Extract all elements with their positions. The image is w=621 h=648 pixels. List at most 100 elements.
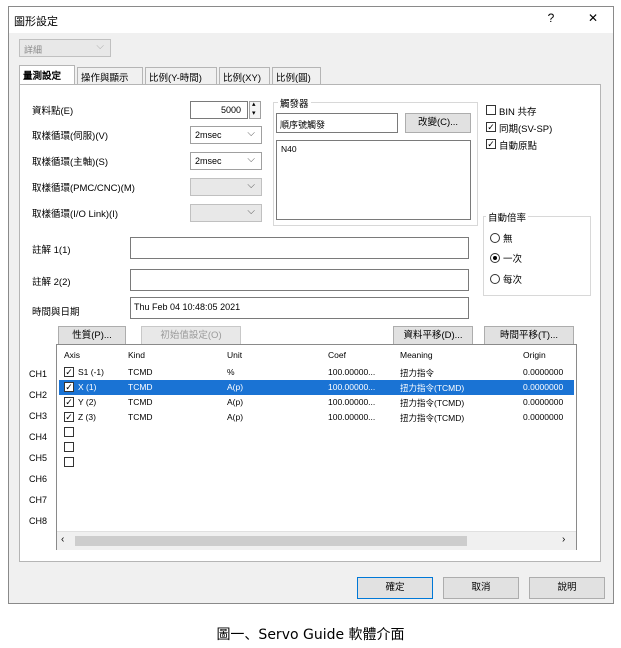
cell-origin: 0.0000000 — [523, 412, 564, 422]
sampling-servo-label: 取樣循環(伺服)(V) — [32, 131, 108, 142]
chevron-down-icon: ⌵ — [247, 128, 255, 139]
tab-scale-xy[interactable]: 比例(XY) — [219, 67, 270, 84]
column-header-unit: Unit — [227, 350, 243, 360]
trigger-mode-field: 順序號觸發 — [276, 113, 398, 133]
cell-meaning: 扭力指令(TCMD) — [400, 413, 465, 423]
column-header-origin: Origin — [523, 350, 546, 360]
table-row[interactable]: ✓ Z (3) TCMD A(p) 100.00000... 扭力指令(TCMD… — [59, 410, 574, 425]
auto-scale-none-label: 無 — [503, 234, 513, 245]
cell-kind: TCMD — [128, 382, 153, 392]
figure-caption: 圖一、Servo Guide 軟體介面 — [216, 627, 405, 643]
view-mode-select[interactable]: 詳細 ⌵ — [19, 39, 111, 57]
data-points-input[interactable]: 5000 — [190, 101, 248, 119]
cell-unit: A(p) — [227, 397, 244, 407]
sampling-spindle-select[interactable]: 2msec ⌵ — [190, 152, 262, 170]
cancel-button[interactable]: 取消 — [443, 577, 519, 599]
scrollbar-thumb[interactable] — [75, 536, 467, 546]
cell-coef: 100.00000... — [328, 412, 376, 422]
comment1-label: 註解 1(1) — [32, 245, 71, 256]
row-checkbox[interactable]: ✓ — [64, 367, 74, 377]
row-checkbox[interactable] — [64, 427, 74, 437]
cell-kind: TCMD — [128, 397, 153, 407]
sync-checkbox[interactable]: ✓ — [486, 122, 496, 132]
cell-unit: % — [227, 367, 235, 377]
bin-share-label: BIN 共存 — [499, 107, 537, 118]
properties-button[interactable]: 性質(P)... — [58, 326, 126, 346]
channel-label: CH8 — [29, 516, 48, 526]
scroll-left-icon[interactable]: ‹ — [61, 534, 64, 545]
tab-scale-circle[interactable]: 比例(圓) — [272, 67, 321, 84]
ok-button[interactable]: 確定 — [357, 577, 433, 599]
tab-scale-y-time[interactable]: 比例(Y-時間) — [145, 67, 217, 84]
cell-unit: A(p) — [227, 382, 244, 392]
trigger-program-box[interactable]: N40 — [276, 140, 471, 220]
auto-scale-none-radio[interactable] — [490, 233, 500, 243]
sampling-spindle-value: 2msec — [195, 156, 222, 166]
sync-label: 同期(SV-SP) — [499, 124, 553, 135]
cell-coef: 100.00000... — [328, 367, 376, 377]
data-shift-button[interactable]: 資料平移(D)... — [393, 326, 473, 346]
cell-origin: 0.0000000 — [523, 367, 564, 377]
tab-measurement[interactable]: 量測設定 — [19, 65, 75, 84]
comment2-input[interactable] — [130, 269, 469, 291]
horizontal-scrollbar[interactable]: ‹ › — [57, 531, 576, 550]
channel-label: CH6 — [29, 474, 48, 484]
help-dialog-button[interactable]: 說明 — [529, 577, 605, 599]
channel-label: CH5 — [29, 453, 48, 463]
cell-axis: Z (3) — [78, 412, 96, 422]
comment2-label: 註解 2(2) — [32, 277, 71, 288]
table-row[interactable] — [59, 455, 574, 470]
cell-axis: X (1) — [78, 382, 97, 392]
scroll-right-icon[interactable]: › — [562, 534, 565, 545]
table-row[interactable]: ✓ Y (2) TCMD A(p) 100.00000... 扭力指令(TCMD… — [59, 395, 574, 410]
column-header-meaning: Meaning — [400, 350, 433, 360]
row-checkbox[interactable]: ✓ — [64, 412, 74, 422]
cell-meaning: 扭力指令 — [400, 368, 435, 378]
row-checkbox[interactable]: ✓ — [64, 397, 74, 407]
bin-share-checkbox[interactable] — [486, 105, 496, 115]
auto-scale-each-radio[interactable] — [490, 274, 500, 284]
cell-axis: Y (2) — [78, 397, 97, 407]
row-checkbox[interactable]: ✓ — [64, 382, 74, 392]
table-row[interactable] — [59, 440, 574, 455]
tab-operation-display[interactable]: 操作與顯示 — [77, 67, 143, 84]
sampling-pmc-select[interactable]: ⌵ — [190, 178, 262, 196]
auto-scale-group-label: 自動倍率 — [486, 210, 529, 224]
auto-origin-checkbox[interactable]: ✓ — [486, 139, 496, 149]
trigger-group-label: 觸發器 — [278, 96, 311, 110]
time-shift-button[interactable]: 時間平移(T)... — [484, 326, 574, 346]
datetime-field: Thu Feb 04 10:48:05 2021 — [130, 297, 469, 319]
window-title: 圖形設定 — [14, 16, 58, 28]
table-row[interactable] — [59, 425, 574, 440]
help-button[interactable]: ? — [541, 11, 561, 25]
cell-meaning: 扭力指令(TCMD) — [400, 383, 465, 393]
auto-scale-each-label: 每次 — [503, 275, 523, 286]
table-row-selected[interactable]: ✓ X (1) TCMD A(p) 100.00000... 扭力指令(TCMD… — [59, 380, 574, 395]
table-row[interactable]: ✓ S1 (-1) TCMD % 100.00000... 扭力指令 0.000… — [59, 365, 574, 380]
trigger-program-value: N40 — [281, 144, 297, 154]
datetime-value: Thu Feb 04 10:48:05 2021 — [134, 302, 241, 312]
sampling-pmc-label: 取樣循環(PMC/CNC)(M) — [32, 183, 135, 194]
chevron-down-icon: ⌵ — [96, 41, 104, 52]
trigger-mode-value: 順序號觸發 — [280, 120, 326, 130]
close-icon[interactable]: ✕ — [583, 11, 603, 25]
chevron-down-icon: ⌵ — [247, 206, 255, 217]
channel-label: CH1 — [29, 369, 48, 379]
init-settings-button[interactable]: 初始值設定(O) — [141, 326, 241, 346]
channel-table[interactable]: Axis Kind Unit Coef Meaning Origin ✓ S1 … — [56, 344, 577, 550]
data-points-label: 資料點(E) — [32, 106, 74, 117]
cell-origin: 0.0000000 — [523, 397, 564, 407]
row-checkbox[interactable] — [64, 457, 74, 467]
data-points-spinner[interactable]: ▴ ▾ — [249, 101, 261, 119]
comment1-input[interactable] — [130, 237, 469, 259]
auto-scale-once-label: 一次 — [503, 254, 523, 265]
spin-up-icon[interactable]: ▴ — [252, 100, 256, 108]
sampling-io-select[interactable]: ⌵ — [190, 204, 262, 222]
row-checkbox[interactable] — [64, 442, 74, 452]
trigger-change-button[interactable]: 改變(C)... — [405, 113, 471, 133]
sampling-servo-select[interactable]: 2msec ⌵ — [190, 126, 262, 144]
auto-scale-once-radio[interactable] — [490, 253, 500, 263]
spin-down-icon[interactable]: ▾ — [252, 109, 256, 117]
cell-coef: 100.00000... — [328, 382, 376, 392]
chevron-down-icon: ⌵ — [247, 154, 255, 165]
